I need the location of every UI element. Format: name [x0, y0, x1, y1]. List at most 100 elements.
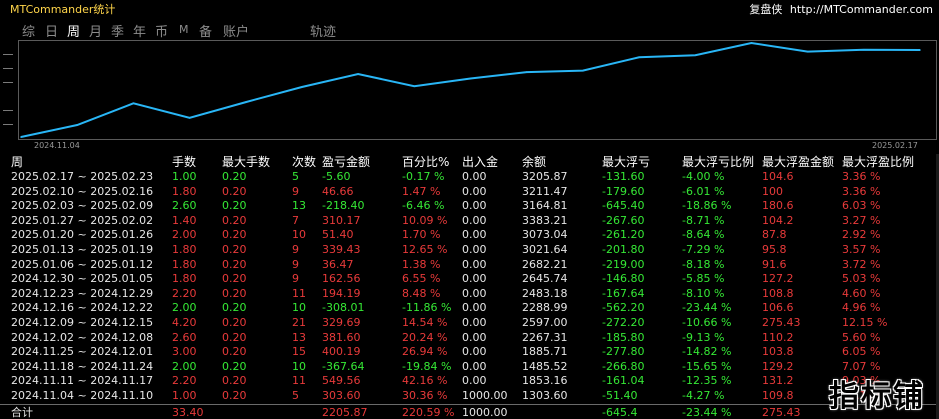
header-lots[interactable]: 手数 — [172, 154, 196, 170]
tab-week[interactable]: 周 — [67, 21, 80, 40]
tab-account[interactable]: 账户 — [223, 21, 249, 40]
cell-max-drawdown-ratio: -14.82 % — [682, 345, 732, 359]
cell-week: 2024.11.18 ~ 2024.11.24 — [11, 359, 154, 373]
cell-max-floating-profit-ratio: 3.36 % — [842, 184, 881, 198]
cell-lots: 1.00 — [172, 388, 197, 402]
tab-notes[interactable]: 备 — [199, 21, 212, 40]
header-week[interactable]: 周 — [11, 154, 23, 170]
header-percent[interactable]: 百分比% — [402, 154, 449, 170]
table-row[interactable]: 2024.11.04 ~ 2024.11.10 1.00 0.20 5 303.60 30… — [0, 389, 939, 404]
cell-lots: 2.60 — [172, 330, 197, 344]
equity-line-svg — [20, 41, 921, 138]
table-row[interactable]: 2025.01.06 ~ 2025.01.12 1.80 0.20 9 36.47 1.3… — [0, 258, 939, 273]
cell-max-drawdown: -167.64 — [602, 286, 645, 300]
tab-year[interactable]: 年 — [133, 21, 146, 40]
cell-lots: 1.80 — [172, 257, 197, 271]
cell-balance: 2597.00 — [522, 315, 568, 329]
table-row[interactable]: 2024.12.09 ~ 2024.12.15 4.20 0.20 21 329.69 1… — [0, 316, 939, 331]
total-max-drawdown-ratio: -23.44 % — [682, 405, 732, 419]
cell-deposit: 0.00 — [462, 199, 487, 213]
header-pnl[interactable]: 盈亏金额 — [322, 154, 370, 170]
tab-symbol[interactable]: 币 — [155, 21, 168, 40]
table-row[interactable]: 2024.12.16 ~ 2024.12.22 2.00 0.20 10 -308.01… — [0, 301, 939, 316]
cell-max-drawdown: -277.80 — [602, 345, 645, 359]
cell-pnl: -308.01 — [322, 301, 365, 315]
cell-percent: 6.55 % — [402, 272, 441, 286]
cell-max-drawdown: -161.04 — [602, 374, 645, 388]
cell-max-floating-profit-ratio: 5.03 % — [842, 272, 881, 286]
header-trades[interactable]: 次数 — [292, 154, 316, 170]
cell-max-drawdown: -131.60 — [602, 170, 645, 183]
table-row[interactable]: 2025.01.27 ~ 2025.02.02 1.40 0.20 7 310.17 10… — [0, 214, 939, 229]
cell-percent: -11.86 % — [402, 301, 452, 315]
equity-point — [244, 101, 247, 103]
header-max-drawdown[interactable]: 最大浮亏 — [602, 154, 650, 170]
cell-max-drawdown-ratio: -8.71 % — [682, 213, 725, 227]
header-max-lots[interactable]: 最大手数 — [222, 154, 270, 170]
table-row[interactable]: 2024.12.02 ~ 2024.12.08 2.60 0.20 13 381.60 2… — [0, 331, 939, 346]
axis-tick — [3, 110, 13, 111]
table-row[interactable]: 2025.02.03 ~ 2025.02.09 2.60 0.20 13 -218.40… — [0, 199, 939, 214]
chart-plot-area — [18, 40, 937, 140]
cell-balance: 1485.52 — [522, 359, 568, 373]
cell-max-drawdown-ratio: -15.65 % — [682, 359, 732, 373]
cell-deposit: 0.00 — [462, 330, 487, 344]
cell-max-floating-profit-ratio: 3.27 % — [842, 213, 881, 227]
cell-pnl: 51.40 — [322, 228, 354, 242]
axis-tick — [3, 54, 13, 55]
header-balance[interactable]: 余额 — [522, 154, 546, 170]
cell-pnl: 36.47 — [322, 257, 354, 271]
header-max-floating-profit-ratio[interactable]: 最大浮盈比例 — [842, 154, 914, 170]
cell-max-floating-profit: 104.2 — [762, 213, 794, 227]
cell-trades: 9 — [292, 257, 299, 271]
tab-m[interactable]: M — [179, 23, 189, 36]
table-row[interactable]: 2024.12.23 ~ 2024.12.29 2.20 0.20 11 194.19 8… — [0, 287, 939, 302]
cell-lots: 2.00 — [172, 301, 197, 315]
cell-max-floating-profit: 180.6 — [762, 199, 794, 213]
cell-balance: 3073.04 — [522, 228, 568, 242]
table-row[interactable]: 2025.02.17 ~ 2025.02.23 1.00 0.20 5 -5.60 -0.… — [0, 170, 939, 185]
cell-max-floating-profit-ratio: 5.60 % — [842, 330, 881, 344]
tab-month[interactable]: 月 — [89, 21, 102, 40]
table-row[interactable]: 2024.12.30 ~ 2025.01.05 1.80 0.20 9 162.56 6.… — [0, 272, 939, 287]
cell-max-drawdown-ratio: -6.01 % — [682, 184, 725, 198]
cell-max-drawdown-ratio: -23.44 % — [682, 301, 732, 315]
table-total-row: 合计 33.40 2205.87 220.59 % 1000.00 -645.4 -23.4… — [0, 403, 939, 419]
table-row[interactable]: 2025.01.13 ~ 2025.01.19 1.80 0.20 9 339.43 12… — [0, 243, 939, 258]
table-row[interactable]: 2025.01.20 ~ 2025.01.26 2.00 0.20 10 51.40 1.… — [0, 228, 939, 243]
equity-point — [525, 71, 528, 73]
cell-max-floating-profit: 95.8 — [762, 242, 787, 256]
table-row[interactable]: 2024.11.25 ~ 2024.12.01 3.00 0.20 15 400.19 2… — [0, 345, 939, 360]
tab-track[interactable]: 轨迹 — [310, 21, 336, 40]
table-row[interactable]: 2025.02.10 ~ 2025.02.16 1.80 0.20 9 46.66 1.4… — [0, 185, 939, 200]
equity-point — [806, 50, 809, 53]
tab-overview[interactable]: 综 — [22, 21, 35, 40]
cell-max-floating-profit-ratio: 4.96 % — [842, 301, 881, 315]
cell-max-drawdown-ratio: -8.18 % — [682, 257, 725, 271]
cell-lots: 2.00 — [172, 228, 197, 242]
cell-balance: 3205.87 — [522, 170, 568, 183]
cell-max-drawdown: -261.20 — [602, 228, 645, 242]
header-max-floating-profit[interactable]: 最大浮盈金额 — [762, 154, 834, 170]
tab-day[interactable]: 日 — [45, 21, 58, 40]
cell-deposit: 0.00 — [462, 242, 487, 256]
table-row[interactable]: 2024.11.11 ~ 2024.11.17 2.20 0.20 11 549.56 4… — [0, 374, 939, 389]
chart-left-axis — [0, 40, 18, 152]
cell-percent: 1.38 % — [402, 257, 441, 271]
cell-percent: 26.94 % — [402, 345, 448, 359]
cell-lots: 2.20 — [172, 374, 197, 388]
cell-trades: 13 — [292, 330, 306, 344]
cell-percent: 42.16 % — [402, 374, 448, 388]
cell-max-drawdown: -179.60 — [602, 184, 645, 198]
cell-max-floating-profit-ratio: 6.05 % — [842, 345, 881, 359]
table-body: 2025.02.17 ~ 2025.02.23 1.00 0.20 5 -5.60 -0.… — [0, 170, 939, 404]
cell-week: 2024.12.02 ~ 2024.12.08 — [11, 330, 154, 344]
cell-max-lots: 0.20 — [222, 315, 247, 329]
cell-max-floating-profit: 275.43 — [762, 315, 801, 329]
header-deposit[interactable]: 出入金 — [462, 154, 498, 170]
cell-percent: -19.84 % — [402, 359, 452, 373]
tab-quarter[interactable]: 季 — [111, 21, 124, 40]
header-max-drawdown-ratio[interactable]: 最大浮亏比例 — [682, 154, 754, 170]
table-row[interactable]: 2024.11.18 ~ 2024.11.24 2.00 0.20 10 -367.64… — [0, 360, 939, 375]
brand-url[interactable]: http://MTCommander.com — [790, 3, 933, 16]
